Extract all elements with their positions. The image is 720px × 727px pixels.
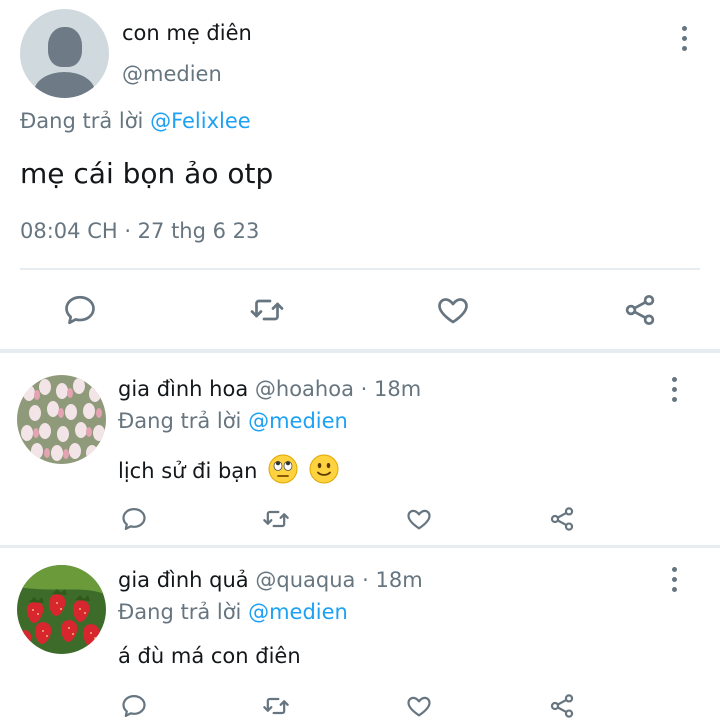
- reply-time[interactable]: 18m: [375, 568, 422, 592]
- replying-to-label: Đang trả lời: [118, 409, 242, 433]
- share-icon[interactable]: [622, 292, 658, 328]
- replying-to: Đang trả lời @Felixlee: [20, 109, 251, 133]
- separator: ·: [362, 568, 369, 592]
- tweet-text: mẹ cái bọn ảo otp: [20, 157, 274, 190]
- rolling-eyes-emoji: [268, 454, 298, 489]
- divider: [0, 545, 720, 548]
- like-icon[interactable]: [405, 692, 433, 720]
- reply-time[interactable]: 18m: [374, 377, 421, 401]
- author-handle[interactable]: @medien: [122, 62, 222, 86]
- replying-to: Đang trả lời @medien: [118, 409, 348, 433]
- divider: [0, 349, 720, 353]
- separator: ·: [360, 377, 368, 401]
- slight-smile-emoji: [309, 454, 339, 489]
- replying-to-link[interactable]: @Felixlee: [150, 109, 251, 133]
- replying-to-label: Đang trả lời: [118, 600, 242, 624]
- share-icon[interactable]: [548, 692, 576, 720]
- reply-header: gia đình quả @quaqua · 18m: [118, 568, 423, 592]
- reply-text-row: lịch sử đi bạn: [118, 454, 339, 489]
- retweet-icon[interactable]: [262, 505, 290, 533]
- reply-icon[interactable]: [120, 505, 148, 533]
- like-icon[interactable]: [435, 292, 471, 328]
- reply-icon[interactable]: [120, 692, 148, 720]
- author-name[interactable]: con mẹ điên: [122, 21, 252, 45]
- retweet-icon[interactable]: [262, 692, 290, 720]
- replying-to-link[interactable]: @medien: [248, 409, 348, 433]
- reply-text: lịch sử đi bạn: [118, 459, 258, 483]
- more-vertical-icon[interactable]: [659, 564, 689, 594]
- tulip-field-avatar[interactable]: [17, 375, 106, 464]
- replying-to-link[interactable]: @medien: [248, 600, 348, 624]
- replying-to: Đang trả lời @medien: [118, 600, 348, 624]
- author-handle[interactable]: @quaqua: [255, 568, 355, 592]
- default-avatar-body: [34, 72, 95, 98]
- author-handle[interactable]: @hoahoa: [255, 377, 354, 401]
- tweet-timestamp[interactable]: 08:04 CH · 27 thg 6 23: [20, 219, 259, 243]
- divider: [20, 268, 700, 270]
- retweet-icon[interactable]: [249, 292, 285, 328]
- replying-to-label: Đang trả lời: [20, 109, 144, 133]
- reply-header: gia đình hoa @hoahoa · 18m: [118, 377, 421, 401]
- default-avatar-head: [48, 27, 82, 67]
- more-vertical-icon[interactable]: [669, 23, 699, 53]
- share-icon[interactable]: [548, 505, 576, 533]
- like-icon[interactable]: [405, 505, 433, 533]
- reply-icon[interactable]: [62, 292, 98, 328]
- author-name[interactable]: gia đình quả: [118, 568, 249, 592]
- avatar[interactable]: [20, 9, 109, 98]
- more-vertical-icon[interactable]: [659, 374, 689, 404]
- strawberries-avatar[interactable]: [17, 565, 106, 654]
- author-name[interactable]: gia đình hoa: [118, 377, 248, 401]
- reply-text: á đù má con điên: [118, 644, 301, 668]
